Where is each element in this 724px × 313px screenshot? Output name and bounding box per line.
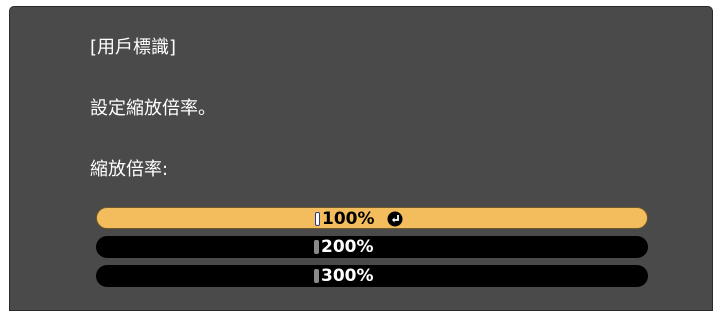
option-content: 300% bbox=[314, 265, 374, 287]
selection-marker bbox=[315, 212, 320, 226]
enter-icon bbox=[387, 211, 403, 227]
option-label: 100% bbox=[322, 209, 375, 229]
option-content: 100% bbox=[315, 208, 403, 230]
option-100-percent[interactable]: 100% bbox=[96, 207, 648, 229]
dialog-title: [用戶標識] bbox=[90, 37, 177, 58]
instruction-text: 設定縮放倍率。 bbox=[90, 98, 216, 119]
dialog-panel: [用戶標識] 設定縮放倍率。 縮放倍率: 100% 200% 300% bbox=[9, 6, 713, 311]
option-200-percent[interactable]: 200% bbox=[96, 236, 648, 258]
option-300-percent[interactable]: 300% bbox=[96, 265, 648, 287]
selection-marker bbox=[314, 240, 319, 254]
option-label: 200% bbox=[321, 237, 374, 257]
selection-marker bbox=[314, 269, 319, 283]
option-content: 200% bbox=[314, 236, 374, 258]
option-label: 300% bbox=[321, 266, 374, 286]
scale-label: 縮放倍率: bbox=[90, 159, 169, 180]
